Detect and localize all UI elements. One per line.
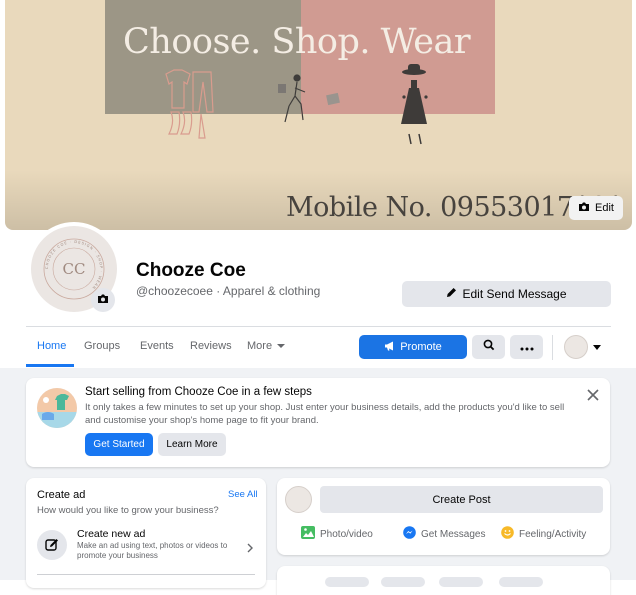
create-ad-title: Create ad [37, 489, 86, 501]
edit-cover-label: Edit [595, 202, 614, 214]
search-button[interactable] [472, 335, 505, 359]
chevron-down-icon[interactable] [593, 345, 601, 350]
edit-send-message-label: Edit Send Message [462, 287, 567, 301]
page-title: Chooze Coe [136, 260, 246, 281]
tab-more[interactable]: More [247, 340, 286, 352]
promote-button[interactable]: Promote [359, 335, 467, 359]
pencil-icon [446, 287, 457, 301]
chevron-down-icon [277, 344, 286, 349]
get-messages-label: Get Messages [421, 528, 486, 540]
tab-reviews[interactable]: Reviews [190, 340, 232, 352]
edit-cover-button[interactable]: Edit [569, 196, 623, 220]
get-started-button[interactable]: Get Started [85, 433, 153, 456]
page-switcher-avatar[interactable] [564, 335, 588, 359]
bag-shape [278, 84, 286, 93]
post-filter-card [277, 566, 610, 595]
start-selling-card: Start selling from Chooze Coe in a few s… [26, 378, 610, 467]
tab-groups[interactable]: Groups [84, 340, 120, 352]
more-options-button[interactable] [510, 335, 543, 359]
change-profile-photo-button[interactable] [91, 288, 115, 312]
start-selling-description: It only takes a few minutes to set up yo… [85, 402, 565, 426]
cover-photo[interactable]: Choose. Shop. Wear Mobile No. 0955301719… [5, 0, 632, 230]
search-icon [483, 338, 495, 356]
tab-more-label: More [247, 340, 273, 352]
nav-separator [552, 335, 553, 360]
shop-illustration-icon [37, 388, 77, 428]
promote-label: Promote [400, 341, 442, 353]
cover-headline: Choose. Shop. Wear [123, 22, 471, 62]
filter-pill[interactable] [381, 577, 425, 587]
logo-initials: CC [63, 260, 86, 278]
tab-home[interactable]: Home [37, 340, 66, 352]
ellipsis-icon [520, 338, 534, 356]
create-new-ad-title: Create new ad [77, 528, 146, 540]
header-divider [26, 326, 611, 327]
photo-icon [301, 526, 315, 542]
facebook-page-admin-view: Choose. Shop. Wear Mobile No. 0955301719… [0, 0, 636, 595]
composer-avatar [285, 486, 312, 513]
page-handle-category: @choozecoee · Apparel & clothing [136, 284, 321, 298]
camera-icon [578, 202, 590, 215]
create-ad-card: Create ad See All How would you like to … [26, 478, 266, 588]
feeling-icon [501, 526, 514, 542]
photo-video-label: Photo/video [320, 528, 373, 540]
see-all-link[interactable]: See All [228, 489, 258, 500]
feeling-activity-option[interactable]: Feeling/Activity [501, 525, 586, 543]
compose-icon [37, 530, 67, 560]
start-selling-title: Start selling from Chooze Coe in a few s… [85, 386, 312, 398]
feeling-activity-label: Feeling/Activity [519, 528, 587, 540]
camera-icon [97, 291, 109, 309]
create-new-ad-option[interactable]: Create new ad Make an ad using text, pho… [32, 524, 260, 566]
photo-video-option[interactable]: Photo/video [301, 525, 373, 543]
filter-pill[interactable] [325, 577, 369, 587]
learn-more-button[interactable]: Learn More [158, 433, 226, 456]
edit-send-message-button[interactable]: Edit Send Message [402, 281, 611, 307]
filter-pill[interactable] [439, 577, 483, 587]
tab-events[interactable]: Events [140, 340, 174, 352]
create-new-ad-description: Make an ad using text, photos or videos … [77, 541, 228, 560]
messenger-icon [403, 526, 416, 542]
get-messages-option[interactable]: Get Messages [403, 525, 485, 543]
close-icon[interactable] [585, 387, 601, 403]
create-ad-divider [37, 574, 255, 575]
create-post-button[interactable]: Create Post [320, 486, 603, 513]
create-ad-subtitle: How would you like to grow your business… [37, 505, 219, 516]
post-composer-card: Create Post Photo/video Get Messages Fee… [277, 478, 610, 555]
active-tab-indicator [26, 364, 74, 367]
chevron-right-icon [246, 540, 254, 553]
filter-pill[interactable] [499, 577, 543, 587]
megaphone-icon [384, 341, 395, 354]
